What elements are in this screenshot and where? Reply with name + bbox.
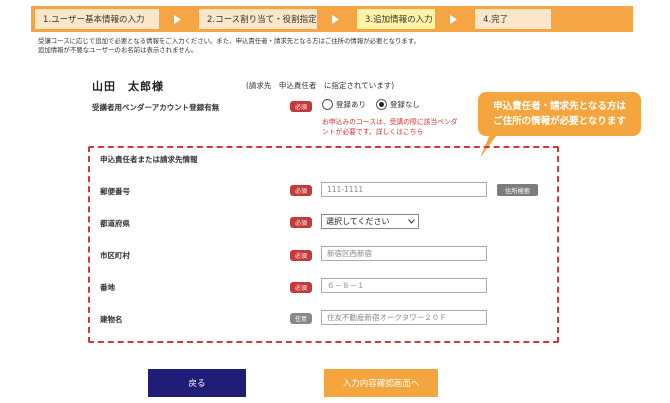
radio-not-registered-label[interactable]: 登録なし [390, 99, 420, 110]
city-label: 市区町村 [100, 251, 130, 260]
radio-not-registered[interactable] [376, 99, 387, 110]
step-2: 2.コース割り当て・役割指定 [199, 9, 317, 29]
postal-input[interactable]: 111-1111 [321, 182, 487, 197]
required-badge: 必須 [290, 101, 312, 112]
radio-registered[interactable] [322, 99, 333, 110]
step-1: 1.ユーザー基本情報の入力 [35, 9, 159, 29]
chevron-down-icon [408, 217, 415, 226]
confirm-button[interactable]: 入力内容確認画面へ [324, 369, 438, 397]
prefecture-label: 都道府県 [100, 219, 130, 228]
user-name: 山田 太郎様 [92, 80, 164, 93]
required-badge: 必須 [290, 217, 312, 228]
vendor-account-label: 受講者用ベンダーアカウント登録有無 [92, 103, 220, 112]
street-label: 番地 [100, 283, 115, 292]
back-button[interactable]: 戻る [148, 369, 246, 397]
step-arrow-icon [435, 14, 471, 24]
user-role-note: (請求先 申込責任者 に指定されています) [246, 81, 395, 90]
step-arrow-icon [159, 14, 195, 24]
required-badge: 必須 [290, 250, 312, 261]
vendor-account-radio-group: 登録あり 登録なし [322, 99, 430, 110]
optional-badge: 任意 [290, 313, 312, 324]
step-4: 4.完了 [475, 9, 551, 29]
progress-steps: 1.ユーザー基本情報の入力 2.コース割り当て・役割指定 3.追加情報の入力 4… [31, 6, 633, 32]
street-input[interactable]: ６－８－１ [321, 278, 487, 293]
step-arrow-icon [317, 14, 353, 24]
prefecture-select[interactable]: 選択してください [321, 214, 419, 229]
vendor-warning: お申込みのコースは、受講の際に該当ベンダ ントが必要です。詳しくはこちら [322, 117, 482, 137]
required-badge: 必須 [290, 185, 312, 196]
address-search-button[interactable]: 住所検索 [497, 184, 538, 196]
details-link[interactable]: ントが必要です。詳しくはこちら [322, 127, 482, 137]
step-3: 3.追加情報の入力 [357, 9, 435, 29]
postal-label: 郵便番号 [100, 187, 130, 196]
city-input[interactable]: 新宿区西新宿 [321, 246, 487, 261]
building-input[interactable]: 住友不動産新宿オークタワー２０Ｆ [321, 310, 487, 325]
building-label: 建物名 [100, 315, 123, 324]
required-badge: 必須 [290, 282, 312, 293]
address-callout: 申込責任者・請求先となる方は ご住所の情報が必要となります [478, 92, 641, 136]
intro-text: 受講コースに応じて追加で必要となる情報をご入力ください。また、申込責任者・請求先… [38, 37, 420, 54]
address-section-title: 申込責任者または請求先情報 [100, 155, 198, 164]
radio-registered-label[interactable]: 登録あり [336, 99, 366, 110]
